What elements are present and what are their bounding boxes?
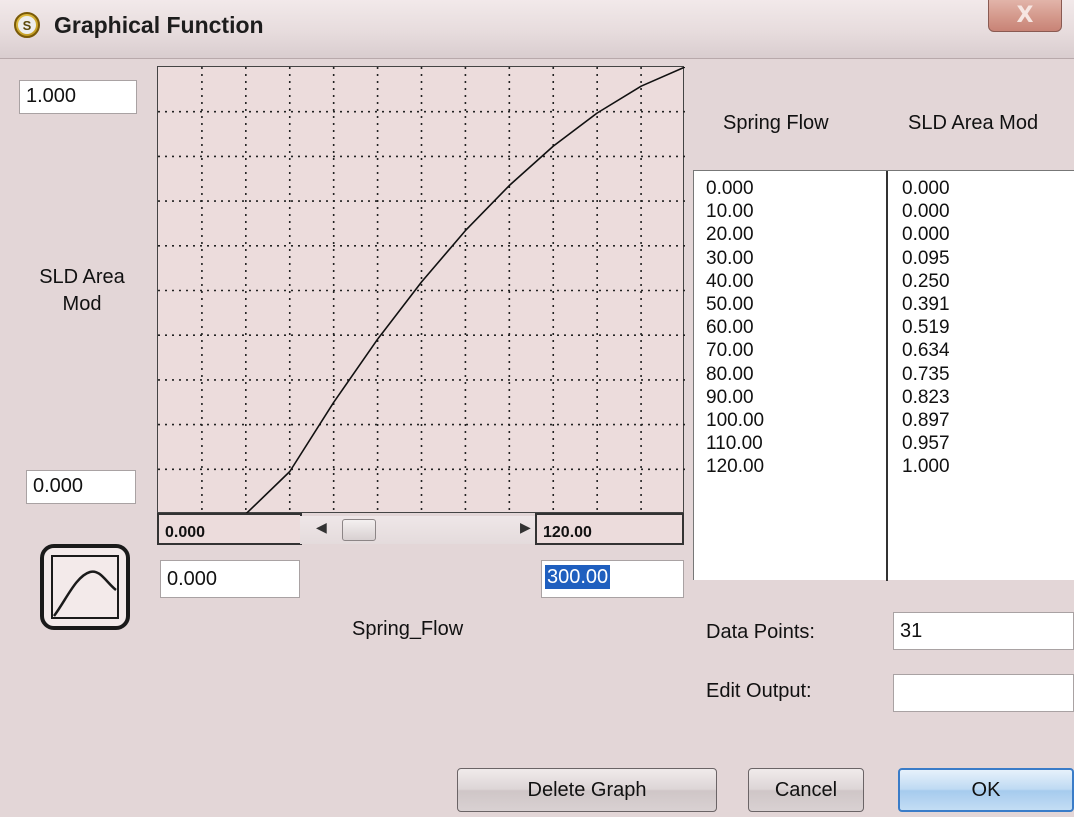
- table-cell-y[interactable]: 0.957: [902, 432, 950, 455]
- function-graph[interactable]: [157, 66, 685, 514]
- x-view-min-display: 0.000: [157, 513, 302, 545]
- table-column-y: 0.000 0.000 0.000 0.095 0.250 0.391 0.519 0.634…: [902, 177, 950, 478]
- table-cell-x[interactable]: 90.00: [706, 386, 764, 409]
- x-max-input-selected-text: 300.00: [545, 565, 611, 589]
- table-cell-x[interactable]: 30.00: [706, 247, 764, 270]
- edit-output-label: Edit Output:: [706, 680, 812, 702]
- app-badge-letter: S: [18, 16, 36, 34]
- data-table[interactable]: 0.000 10.00 20.00 30.00 40.00 50.00 60.00 70.00…: [693, 170, 1074, 581]
- data-points-label: Data Points:: [706, 621, 815, 643]
- table-divider: [886, 171, 888, 581]
- table-cell-y[interactable]: 0.823: [902, 386, 950, 409]
- table-cell-x[interactable]: 120.00: [706, 455, 764, 478]
- x-scrollbar[interactable]: ◀ ▶: [300, 516, 535, 544]
- table-cell-x[interactable]: 0.000: [706, 177, 764, 200]
- table-cell-y[interactable]: 0.634: [902, 339, 950, 362]
- table-cell-x[interactable]: 50.00: [706, 293, 764, 316]
- table-cell-x[interactable]: 60.00: [706, 316, 764, 339]
- y-axis-label-line2: Mod: [62, 293, 102, 315]
- table-cell-y[interactable]: 0.000: [902, 177, 950, 200]
- table-cell-y[interactable]: 0.735: [902, 363, 950, 386]
- y-min-input[interactable]: 0.000: [26, 470, 136, 504]
- app-logo-icon: S: [14, 12, 40, 38]
- table-cell-y[interactable]: 0.391: [902, 293, 950, 316]
- x-view-max-display: 120.00: [535, 513, 684, 545]
- x-min-input[interactable]: 0.000: [160, 560, 300, 598]
- close-icon: X: [1016, 2, 1034, 28]
- y-max-input[interactable]: 1.000: [19, 80, 137, 114]
- table-cell-x[interactable]: 80.00: [706, 363, 764, 386]
- x-max-input[interactable]: 300.00: [541, 560, 684, 598]
- scroll-left-arrow-icon[interactable]: ◀: [316, 520, 327, 536]
- table-cell-x[interactable]: 10.00: [706, 200, 764, 223]
- edit-output-input[interactable]: [893, 674, 1074, 712]
- table-cell-x[interactable]: 70.00: [706, 339, 764, 362]
- table-cell-y[interactable]: 0.897: [902, 409, 950, 432]
- curve-shape-glyph: [51, 555, 119, 619]
- delete-graph-button[interactable]: Delete Graph: [457, 768, 717, 812]
- table-cell-x[interactable]: 100.00: [706, 409, 764, 432]
- table-cell-x[interactable]: 20.00: [706, 223, 764, 246]
- cancel-button[interactable]: Cancel: [748, 768, 864, 812]
- table-cell-y[interactable]: 0.095: [902, 247, 950, 270]
- y-axis-label: SLD Area Mod: [20, 264, 144, 318]
- table-cell-y[interactable]: 0.250: [902, 270, 950, 293]
- table-column-x: 0.000 10.00 20.00 30.00 40.00 50.00 60.00 70.00…: [706, 177, 764, 478]
- curve-shape-icon[interactable]: [40, 544, 130, 630]
- table-cell-x[interactable]: 110.00: [706, 432, 764, 455]
- ok-button[interactable]: OK: [898, 768, 1074, 812]
- y-axis-label-line1: SLD Area: [39, 266, 125, 288]
- data-points-input[interactable]: 31: [893, 612, 1074, 650]
- x-axis-label: Spring_Flow: [352, 618, 464, 640]
- graph-canvas[interactable]: [158, 67, 685, 514]
- table-cell-y[interactable]: 1.000: [902, 455, 950, 478]
- table-cell-y[interactable]: 0.000: [902, 223, 950, 246]
- table-header-y: SLD Area Mod: [908, 112, 1039, 134]
- title-bar: S Graphical Function X: [0, 0, 1074, 59]
- table-cell-x[interactable]: 40.00: [706, 270, 764, 293]
- table-cell-y[interactable]: 0.519: [902, 316, 950, 339]
- window-title: Graphical Function: [54, 12, 264, 38]
- close-button[interactable]: X: [988, 0, 1062, 32]
- table-cell-y[interactable]: 0.000: [902, 200, 950, 223]
- scroll-thumb[interactable]: [342, 519, 376, 541]
- table-header-x: Spring Flow: [723, 112, 829, 134]
- scroll-right-arrow-icon[interactable]: ▶: [520, 520, 531, 536]
